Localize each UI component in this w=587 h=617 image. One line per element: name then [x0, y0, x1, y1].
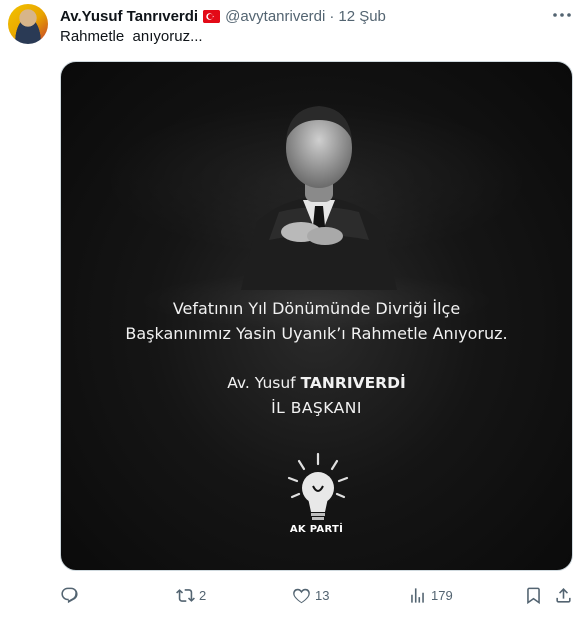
avatar[interactable] — [8, 4, 48, 44]
memorial-line-1: Vefatının Yıl Dönümünde Divriği İlçe — [172, 299, 461, 318]
like-button[interactable]: 13 — [292, 584, 329, 606]
tweet-text: Rahmetle anıyoruz... — [60, 28, 203, 45]
signatory-name-regular: Av. Yusuf — [227, 374, 301, 392]
retweet-count: 2 — [199, 587, 207, 603]
heart-icon — [293, 588, 310, 603]
memorial-line-2: Başkanınımız Yasin Uyanık’ı Rahmetle Anı… — [125, 324, 508, 343]
turkey-flag-icon — [203, 9, 221, 23]
tweet-date[interactable]: 12 Şub — [338, 8, 386, 25]
views-chart-icon — [411, 587, 424, 603]
tweet-header: Av.Yusuf Tanrıverdi @avytanriverdi · 12 … — [60, 6, 386, 26]
separator-dot: · — [329, 7, 335, 25]
more-options-button[interactable] — [551, 6, 573, 24]
reply-button[interactable] — [60, 584, 83, 606]
tweet-media-image[interactable]: Vefatının Yıl Dönümünde Divriği İlçe Baş… — [60, 61, 573, 571]
author-handle[interactable]: @avytanriverdi — [225, 8, 325, 25]
views-button[interactable]: 179 — [408, 584, 453, 606]
party-label: AK PARTİ — [289, 524, 344, 535]
author-display-name[interactable]: Av.Yusuf Tanrıverdi — [60, 8, 198, 25]
signatory-title: İL BAŞKANI — [271, 399, 362, 417]
share-button[interactable] — [554, 584, 573, 606]
tweet-actions: 2 13 179 — [58, 584, 578, 606]
bookmark-icon — [527, 587, 540, 604]
like-count: 13 — [315, 587, 330, 603]
retweet-icon — [176, 588, 195, 602]
more-icon — [553, 13, 571, 17]
share-icon — [556, 587, 571, 603]
portrait-photo — [241, 106, 397, 290]
views-count: 179 — [431, 587, 453, 603]
retweet-button[interactable]: 2 — [176, 584, 206, 606]
reply-icon — [61, 587, 78, 603]
signatory-name-bold: TANRIVERDİ — [300, 374, 406, 392]
bookmark-button[interactable] — [524, 584, 543, 606]
signatory-name: Av. Yusuf TANRIVERDİ — [61, 374, 572, 392]
